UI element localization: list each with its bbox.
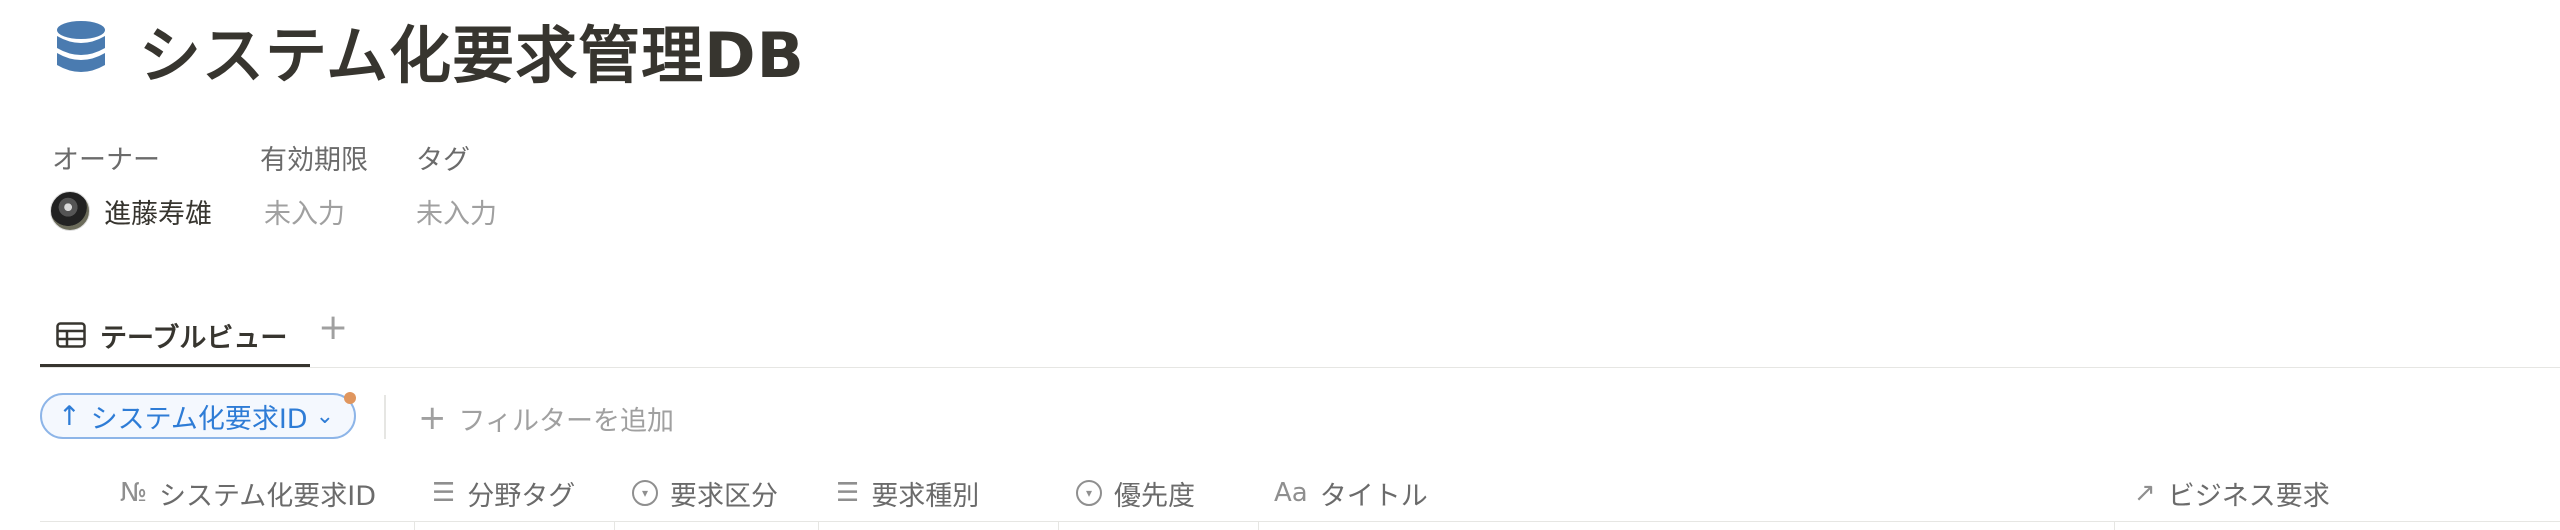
text-icon: Aa <box>1274 478 1308 508</box>
column-label: ビジネス要求 <box>2167 480 2330 512</box>
column-label: 要求種別 <box>871 480 980 512</box>
column-label: 優先度 <box>1114 480 1195 512</box>
add-view-icon[interactable]: + <box>318 310 348 346</box>
sort-arrow-icon: ↑ <box>58 400 81 432</box>
multi-select-icon: ☰ <box>836 478 860 508</box>
table-icon <box>56 322 86 348</box>
add-filter-label: フィルターを追加 <box>458 405 674 437</box>
tabs-divider <box>40 367 2560 368</box>
column-header-field-tag[interactable]: ☰ 分野タグ <box>432 465 575 521</box>
add-filter-button[interactable]: + フィルターを追加 <box>418 398 674 438</box>
select-icon: ▾ <box>632 480 658 506</box>
column-divider <box>414 522 415 530</box>
tag-value[interactable]: 未入力 <box>416 192 497 231</box>
column-divider <box>1058 522 1059 530</box>
database-page: システム化要求管理DB オーナー 有効期限 タグ 進藤寿雄 未入力 未入力 テー… <box>0 0 2560 530</box>
column-header-title[interactable]: Aa タイトル <box>1274 465 1428 521</box>
column-header-business-request[interactable]: ↗ ビジネス要求 <box>2134 465 2330 521</box>
column-header-priority[interactable]: ▾ 優先度 <box>1076 465 1195 521</box>
multi-select-icon: ☰ <box>432 478 456 508</box>
relation-arrow-icon: ↗ <box>2134 478 2156 508</box>
column-header-request-type[interactable]: ☰ 要求種別 <box>836 465 979 521</box>
tab-label: テーブルビュー <box>100 322 288 354</box>
sort-label: システム化要求ID <box>90 403 308 435</box>
column-header-request-category[interactable]: ▾ 要求区分 <box>632 465 778 521</box>
avatar <box>50 191 90 231</box>
sort-chip[interactable]: ↑ システム化要求ID ⌄ <box>40 393 356 439</box>
toolbar-divider <box>384 395 386 439</box>
owner-value[interactable]: 進藤寿雄 <box>50 190 212 232</box>
column-label: 要求区分 <box>670 480 778 512</box>
table-header-divider <box>40 521 2560 522</box>
page-title[interactable]: システム化要求管理DB <box>139 5 805 95</box>
database-icon[interactable] <box>55 20 107 80</box>
column-label: システム化要求ID <box>159 480 376 512</box>
sort-indicator-dot <box>344 392 356 404</box>
owner-label: オーナー <box>52 145 160 176</box>
tab-table-view[interactable]: テーブルビュー <box>40 300 310 370</box>
column-divider <box>1258 522 1259 530</box>
expiry-value[interactable]: 未入力 <box>264 192 345 231</box>
column-label: 分野タグ <box>467 480 576 512</box>
column-label: タイトル <box>1319 480 1428 512</box>
column-divider <box>614 522 615 530</box>
owner-name: 進藤寿雄 <box>104 198 212 230</box>
select-icon: ▾ <box>1076 480 1102 506</box>
number-icon: № <box>120 478 148 508</box>
column-divider <box>818 522 819 530</box>
expiry-label: 有効期限 <box>260 145 368 176</box>
plus-icon: + <box>418 398 447 438</box>
title-row: システム化要求管理DB <box>55 10 805 92</box>
chevron-down-icon: ⌄ <box>315 403 335 429</box>
column-divider <box>2114 522 2115 530</box>
column-header-id[interactable]: № システム化要求ID <box>120 465 376 521</box>
tag-label: タグ <box>416 145 470 176</box>
